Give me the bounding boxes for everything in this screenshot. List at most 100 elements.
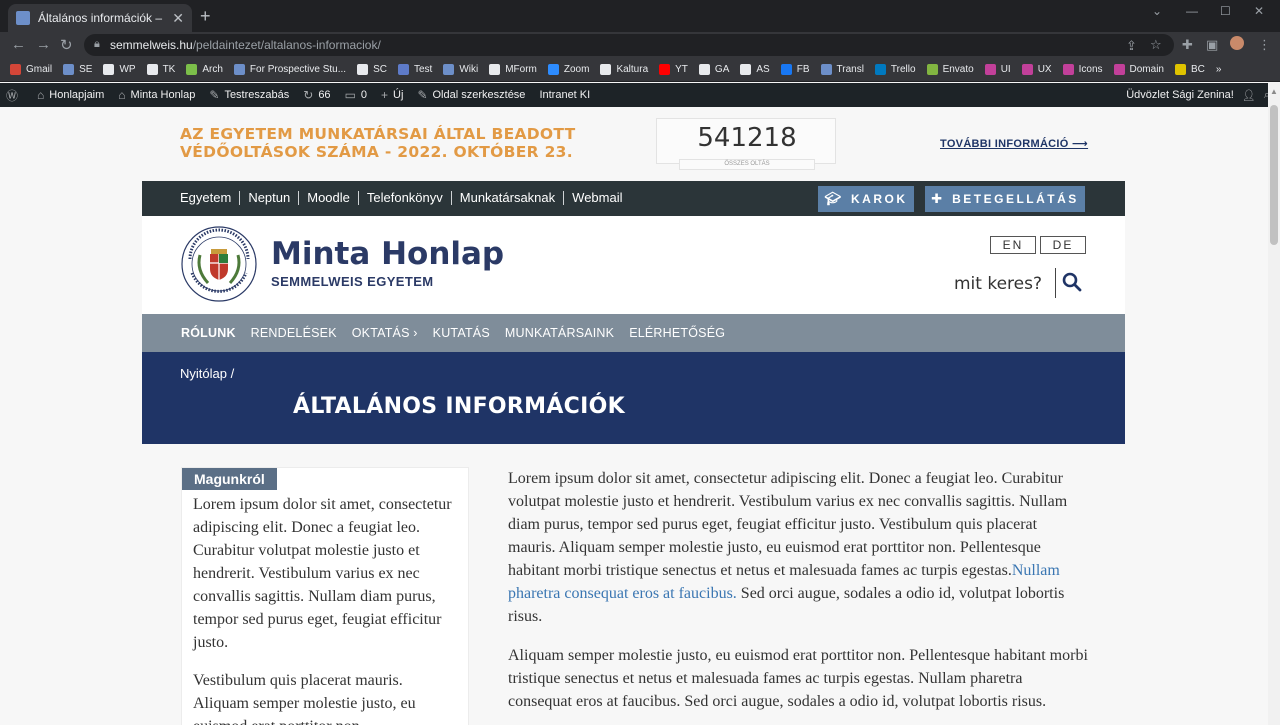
content-paragraph-1-text: Lorem ipsum dolor sit amet, consectetur … — [508, 470, 1068, 579]
reload-icon[interactable]: ↻ — [60, 36, 73, 54]
bookmark-star-icon[interactable]: ☆ — [1150, 37, 1162, 53]
bookmark-item[interactable]: WP — [103, 64, 136, 75]
wordpress-logo-icon[interactable]: Ⓦ — [6, 87, 23, 104]
bookmark-item[interactable]: FB — [780, 64, 810, 75]
wp-item-label: Oldal szerkesztése — [432, 89, 526, 101]
wp-user-area[interactable]: Üdvözlet Sági Zenina! 👤︎ ⌕ — [1126, 83, 1270, 107]
forward-icon[interactable]: → — [36, 36, 51, 53]
site-favicon-icon — [16, 11, 30, 25]
bookmark-item[interactable]: Kaltura — [600, 64, 648, 75]
bookmark-item[interactable]: SE — [63, 64, 92, 75]
bookmark-favicon-icon — [984, 64, 996, 75]
main-nav-item[interactable]: MUNKATÁRSAINK — [505, 326, 614, 340]
bookmark-item[interactable]: Wiki — [443, 64, 478, 75]
bookmark-favicon-icon — [1174, 64, 1186, 75]
wp-admin-item[interactable]: ↻ 66 — [303, 88, 330, 102]
karok-button[interactable]: 🎓︎ KAROK — [818, 186, 914, 212]
bookmark-item[interactable]: UX — [1021, 64, 1052, 75]
bookmark-favicon-icon — [820, 64, 832, 75]
lang-en-button[interactable]: EN — [990, 236, 1036, 254]
back-icon[interactable]: ← — [11, 36, 26, 53]
extensions-icon[interactable]: ✚ — [1182, 37, 1193, 53]
web-page: AZ EGYETEM MUNKATÁRSAI ÁLTAL BEADOTT VÉD… — [0, 107, 1268, 725]
karok-label: KAROK — [851, 192, 908, 206]
window-close-icon[interactable]: ✕ — [1254, 4, 1264, 18]
utility-link[interactable]: Telefonkönyv — [357, 191, 451, 205]
main-nav-item[interactable]: OKTATÁS › — [352, 326, 418, 340]
bookmark-item[interactable]: Gmail — [10, 64, 52, 75]
university-seal-icon[interactable] — [180, 225, 258, 303]
wp-admin-item[interactable]: ⌂ Minta Honlap — [118, 88, 195, 102]
maximize-icon[interactable]: ☐ — [1220, 4, 1231, 18]
bookmark-item[interactable]: Arch — [186, 64, 223, 75]
wp-greeting[interactable]: Üdvözlet Sági Zenina! — [1126, 89, 1234, 101]
lang-de-button[interactable]: DE — [1040, 236, 1086, 254]
vaccination-count: 541218 — [697, 123, 797, 153]
sidepanel-icon[interactable]: ▣ — [1206, 37, 1218, 53]
minimize-icon[interactable]: — — [1186, 4, 1198, 18]
graduation-cap-icon: 🎓︎ — [824, 191, 841, 206]
url-text: semmelweis.hu/peldaintezet/altalanos-inf… — [110, 38, 381, 52]
bookmark-item[interactable]: Trello — [874, 64, 916, 75]
bookmark-item[interactable]: AS — [740, 64, 770, 75]
wp-admin-item[interactable]: ▭ 0 — [345, 88, 367, 102]
bookmark-item[interactable]: BC — [1174, 64, 1205, 75]
utility-link[interactable]: Egyetem — [180, 191, 239, 205]
utility-link[interactable]: Neptun — [239, 191, 298, 205]
wp-item-icon: ⌂ — [37, 88, 45, 102]
main-nav-item[interactable]: RENDELÉSEK — [251, 326, 337, 340]
wp-item-icon: ⌂ — [118, 88, 126, 102]
search-icon[interactable] — [1062, 272, 1082, 292]
page-title: ÁLTALÁNOS INFORMÁCIÓK — [293, 394, 625, 419]
main-navigation: RÓLUNK RENDELÉSEK OKTATÁS › KUTATÁS MUNKATÁR… — [142, 314, 1125, 352]
main-nav-item[interactable]: KUTATÁS — [433, 326, 490, 340]
tab-close-icon[interactable]: ✕ — [172, 10, 184, 27]
utility-link[interactable]: Moodle — [298, 191, 358, 205]
bookmark-item[interactable]: Icons — [1062, 64, 1103, 75]
bookmark-item[interactable]: UI — [984, 64, 1011, 75]
address-bar[interactable]: 🔒︎ semmelweis.hu/peldaintezet/altalanos-… — [84, 34, 1174, 56]
bookmark-item[interactable]: TK — [146, 64, 175, 75]
wp-admin-item[interactable]: + Új — [381, 88, 403, 102]
bookmarks-bar: Gmail SE WP TK Arch For Prospective Stu... SC T… — [0, 58, 1280, 82]
bookmark-item[interactable]: Transl — [820, 64, 864, 75]
main-nav-item[interactable]: RÓLUNK — [181, 326, 236, 340]
utility-link[interactable]: Webmail — [563, 191, 630, 205]
share-icon[interactable]: ⇪ — [1126, 38, 1137, 54]
bookmark-item[interactable]: For Prospective Stu... — [233, 64, 346, 75]
utility-link[interactable]: Munkatársaknak — [450, 191, 563, 205]
bookmark-item[interactable]: Test — [397, 64, 432, 75]
more-info-link[interactable]: TOVÁBBI INFORMÁCIÓ ⟶ — [940, 137, 1088, 150]
wp-admin-item[interactable]: ✎ Testreszabás — [209, 88, 289, 102]
bookmark-item[interactable]: GA — [698, 64, 729, 75]
tab-search-icon[interactable]: ⌄ — [1152, 4, 1162, 18]
bookmark-item[interactable]: Zoom — [547, 64, 589, 75]
wp-admin-item[interactable]: ✎ Oldal szerkesztése — [417, 88, 525, 102]
bookmark-item[interactable]: YT — [659, 64, 688, 75]
bookmark-item[interactable]: Envato — [926, 64, 974, 75]
browser-tab[interactable]: Általános információk – Minta Ho ✕ — [8, 4, 192, 32]
betegellatas-button[interactable]: ✚ BETEGELLÁTÁS — [925, 186, 1085, 212]
main-nav-item[interactable]: ELÉRHETŐSÉG — [629, 326, 725, 340]
wp-admin-item[interactable]: ⌂ Honlapjaim — [37, 88, 104, 102]
menu-kebab-icon[interactable]: ⋮ — [1258, 37, 1271, 53]
bookmark-label: WP — [119, 64, 136, 75]
user-avatar-icon[interactable]: 👤︎ — [1242, 89, 1256, 102]
search-label[interactable]: mit keres? — [954, 274, 1042, 294]
sidebar-paragraph-2: Vestibulum quis placerat mauris. Aliquam… — [193, 672, 416, 725]
bookmark-favicon-icon — [926, 64, 938, 75]
scrollbar-thumb[interactable] — [1270, 105, 1278, 245]
bookmark-item[interactable]: SC — [357, 64, 387, 75]
bookmark-favicon-icon — [103, 64, 115, 75]
scroll-up-icon[interactable]: ▲ — [1270, 87, 1278, 96]
breadcrumb[interactable]: Nyitólap / — [180, 366, 234, 381]
wp-item-label: Új — [393, 89, 404, 101]
wp-admin-item[interactable]: Intranet KI — [539, 89, 590, 101]
bookmark-item[interactable]: MForm — [489, 64, 537, 75]
bookmark-item[interactable]: Domain — [1113, 64, 1164, 75]
profile-avatar[interactable] — [1230, 36, 1244, 50]
page-scrollbar[interactable]: ▲ — [1268, 83, 1280, 725]
new-tab-button[interactable]: + — [200, 6, 211, 27]
bookmarks-overflow-icon[interactable]: » — [1216, 64, 1222, 75]
site-title[interactable]: Minta Honlap — [271, 236, 504, 272]
